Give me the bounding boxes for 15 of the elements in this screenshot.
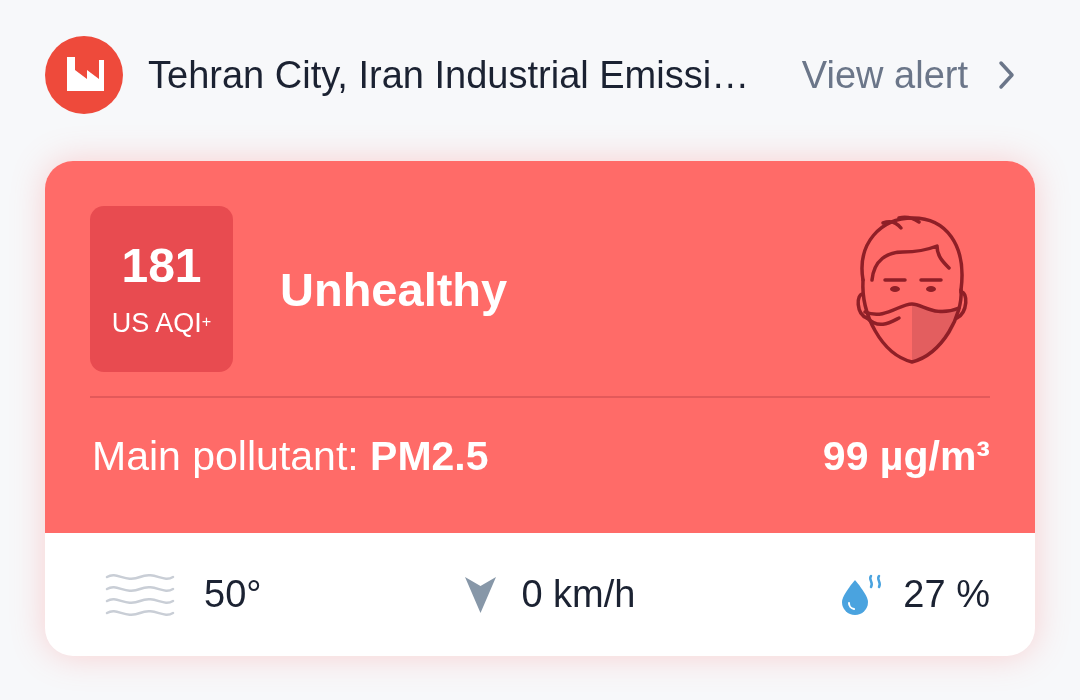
alert-title: Tehran City, Iran Industrial Emissi…	[148, 53, 750, 97]
aqi-value: 181	[121, 238, 202, 294]
aqi-status: Unhealthy	[280, 261, 508, 317]
temperature-value: 50°	[204, 573, 262, 616]
wind-direction-icon	[465, 576, 497, 613]
wind-value: 0 km/h	[521, 573, 636, 616]
waves-icon	[105, 571, 175, 618]
view-alert-link[interactable]: View alert	[801, 53, 1015, 97]
aqi-scale-label: US AQI$^{+}$	[111, 307, 212, 340]
factory-icon	[45, 36, 123, 114]
pollutant-concentration: 99 µg/m³	[822, 432, 990, 481]
main-pollutant-label: Main pollutant: PM2.5	[92, 432, 489, 481]
humidity-value: 27 %	[903, 573, 990, 616]
face-mask-icon	[855, 214, 968, 364]
chevron-right-icon	[998, 60, 1015, 90]
